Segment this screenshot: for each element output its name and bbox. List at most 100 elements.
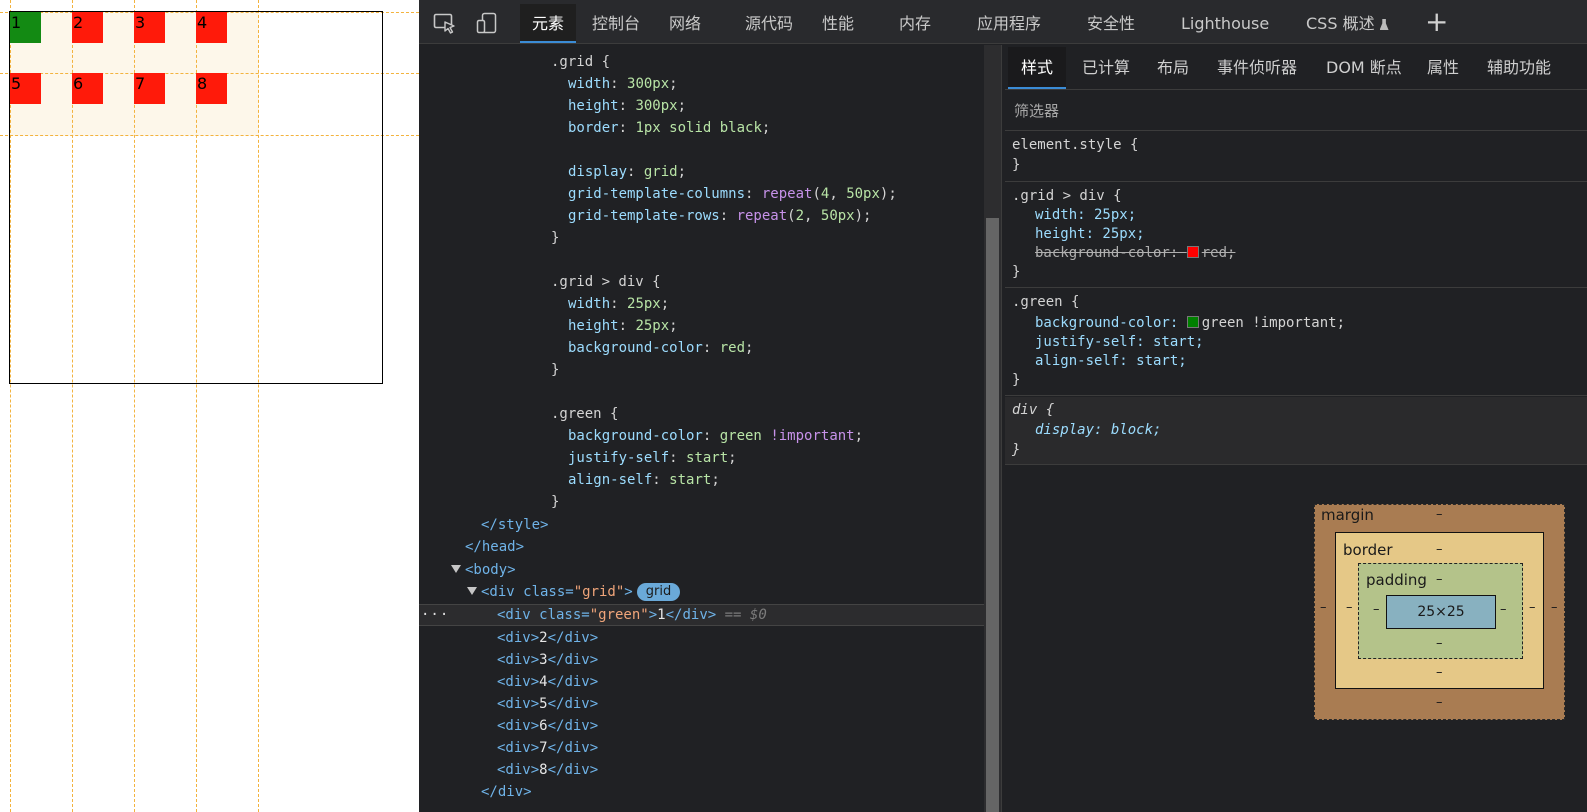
style-rule-user-agent[interactable]: div { display: block; } bbox=[1005, 397, 1587, 465]
tab-network[interactable]: 网络 bbox=[669, 4, 701, 43]
margin-top-value[interactable]: – bbox=[1436, 507, 1443, 522]
tab-performance[interactable]: 性能 bbox=[822, 4, 854, 43]
tab-elements[interactable]: 元素 bbox=[520, 4, 577, 43]
tab-lighthouse[interactable]: Lighthouse bbox=[1181, 4, 1269, 43]
expand-triangle-icon[interactable] bbox=[467, 587, 477, 595]
margin-left-value[interactable]: – bbox=[1320, 600, 1327, 615]
tag: <div> bbox=[497, 696, 540, 712]
dom-node[interactable]: <div>5</div> bbox=[497, 693, 598, 715]
tab-sources[interactable]: 源代码 bbox=[745, 4, 793, 43]
tab-dom-breakpoints[interactable]: DOM 断点 bbox=[1326, 47, 1402, 89]
devtools-toolbar: 元素 控制台 网络 源代码 性能 内存 应用程序 安全性 Lighthouse … bbox=[419, 0, 1587, 44]
grid-cell[interactable]: 2 bbox=[72, 12, 103, 43]
box-model-content[interactable]: 25×25 bbox=[1386, 595, 1496, 629]
css-prop: width bbox=[568, 296, 611, 312]
dom-node[interactable]: </div> bbox=[481, 781, 532, 803]
tab-styles[interactable]: 样式 bbox=[1008, 47, 1067, 89]
box-model-border[interactable]: border – – – – padding – – – – 25×25 bbox=[1335, 532, 1544, 689]
rule-declaration[interactable]: width: 25px; bbox=[1035, 206, 1136, 225]
grid-cell[interactable]: 8 bbox=[196, 73, 227, 104]
dom-node[interactable]: <body> bbox=[451, 559, 516, 581]
box-model-margin[interactable]: margin – – – – border – – – – padding – … bbox=[1314, 504, 1565, 720]
rule-declaration[interactable]: height: 25px; bbox=[1035, 225, 1145, 244]
border-right-value[interactable]: – bbox=[1529, 600, 1536, 615]
tab-security[interactable]: 安全性 bbox=[1087, 4, 1135, 43]
tab-application[interactable]: 应用程序 bbox=[977, 4, 1041, 43]
grid-cell[interactable]: 5 bbox=[10, 73, 41, 104]
margin-right-value[interactable]: – bbox=[1551, 600, 1558, 615]
tab-computed[interactable]: 已计算 bbox=[1082, 47, 1130, 89]
box-model-padding[interactable]: padding – – – – 25×25 bbox=[1358, 563, 1523, 659]
padding-bottom-value[interactable]: – bbox=[1436, 636, 1443, 651]
padding-top-value[interactable]: – bbox=[1436, 572, 1443, 587]
rule-declaration[interactable]: background-color: green !important; bbox=[1035, 314, 1345, 333]
tab-css-overview[interactable]: CSS 概述 bbox=[1306, 4, 1389, 43]
rule-declaration[interactable]: justify-self: start; bbox=[1035, 333, 1204, 352]
padding-right-value[interactable]: – bbox=[1500, 602, 1507, 617]
style-rule-grid-div[interactable]: .grid > div { width: 25px; height: 25px;… bbox=[1005, 183, 1587, 288]
sidebar-tabs: 样式 已计算 布局 事件侦听器 DOM 断点 属性 辅助功能 bbox=[1005, 45, 1587, 90]
dom-node[interactable]: <div>8</div> bbox=[497, 759, 598, 781]
border-top-value[interactable]: – bbox=[1436, 542, 1443, 557]
dom-node[interactable]: </head> bbox=[465, 536, 524, 558]
tab-properties[interactable]: 属性 bbox=[1427, 47, 1459, 89]
dom-node[interactable]: </style> bbox=[481, 514, 548, 536]
border-left-value[interactable]: – bbox=[1346, 600, 1353, 615]
grid-cell[interactable]: 6 bbox=[72, 73, 103, 104]
tab-event-listeners[interactable]: 事件侦听器 bbox=[1217, 47, 1297, 89]
node-text: 5 bbox=[539, 696, 548, 712]
grid-badge[interactable]: grid bbox=[636, 583, 681, 601]
grid-cell[interactable]: 7 bbox=[134, 73, 165, 104]
style-rule-green[interactable]: .green { background-color: green !import… bbox=[1005, 289, 1587, 396]
tab-layout[interactable]: 布局 bbox=[1157, 47, 1189, 89]
tab-console[interactable]: 控制台 bbox=[592, 4, 640, 43]
grid-cell[interactable]: 3 bbox=[134, 12, 165, 43]
rule-declaration-overridden[interactable]: background-color: red; bbox=[1035, 244, 1235, 263]
tab-accessibility[interactable]: 辅助功能 bbox=[1487, 47, 1551, 89]
dom-node[interactable]: <div>4</div> bbox=[497, 671, 598, 693]
style-rule-element[interactable]: element.style { } bbox=[1005, 132, 1587, 182]
dom-node[interactable]: <div class="grid"> grid bbox=[467, 581, 681, 603]
css-brace: } bbox=[551, 494, 560, 510]
elements-panel[interactable]: .grid { width: 300px; height: 300px; bor… bbox=[419, 45, 984, 812]
css-value: 300px bbox=[635, 98, 678, 114]
code-line: } bbox=[551, 227, 559, 249]
scrollbar-thumb[interactable] bbox=[986, 218, 999, 812]
inspect-element-icon[interactable] bbox=[433, 12, 455, 34]
css-prop: background-color bbox=[568, 340, 703, 356]
code-line: border: 1px solid black; bbox=[568, 120, 771, 136]
css-prop: height bbox=[568, 98, 619, 114]
tag: <div class= bbox=[497, 607, 590, 623]
margin-bottom-value[interactable]: – bbox=[1436, 695, 1443, 710]
grid-cell[interactable]: 1 bbox=[10, 12, 41, 43]
tag: <div> bbox=[497, 762, 540, 778]
color-swatch[interactable] bbox=[1186, 246, 1199, 258]
code-line: width: 25px; bbox=[568, 296, 670, 312]
grid-cell[interactable]: 4 bbox=[196, 12, 227, 43]
rule-declaration[interactable]: align-self: start; bbox=[1035, 352, 1187, 371]
css-important: !important bbox=[770, 428, 855, 444]
grid-container[interactable] bbox=[9, 11, 383, 384]
css-fn: repeat bbox=[761, 186, 813, 202]
filter-input[interactable] bbox=[1014, 99, 1574, 123]
devtools-window: 元素 控制台 网络 源代码 性能 内存 应用程序 安全性 Lighthouse … bbox=[419, 0, 1587, 812]
border-bottom-value[interactable]: – bbox=[1436, 665, 1443, 680]
dom-node[interactable]: <div>7</div> bbox=[497, 737, 598, 759]
padding-label: padding bbox=[1366, 571, 1427, 589]
add-tab-button[interactable]: + bbox=[1425, 2, 1448, 41]
tag: </div> bbox=[547, 630, 599, 646]
device-toolbar-icon[interactable] bbox=[476, 12, 498, 34]
expand-triangle-icon[interactable] bbox=[451, 565, 461, 573]
tab-memory[interactable]: 内存 bbox=[899, 4, 931, 43]
console-ref-hint: == $0 bbox=[724, 607, 767, 623]
color-swatch[interactable] bbox=[1186, 316, 1199, 328]
rule-brace: } bbox=[1012, 372, 1021, 388]
padding-left-value[interactable]: – bbox=[1373, 602, 1380, 617]
css-value: start bbox=[686, 450, 729, 466]
dom-node[interactable]: <div>2</div> bbox=[497, 627, 598, 649]
css-prop: grid-template-rows bbox=[568, 208, 720, 224]
css-value: 2 bbox=[795, 208, 805, 224]
dom-node[interactable]: <div>6</div> bbox=[497, 715, 598, 737]
more-options-icon[interactable]: ··· bbox=[421, 604, 449, 626]
dom-node[interactable]: <div>3</div> bbox=[497, 649, 598, 671]
